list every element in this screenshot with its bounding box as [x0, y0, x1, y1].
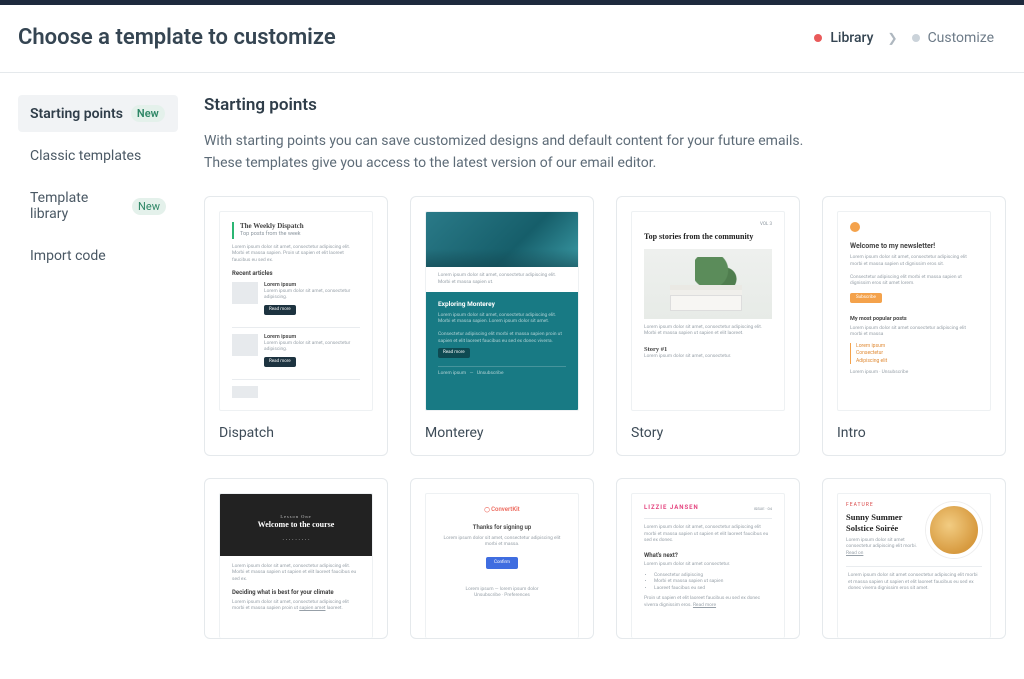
step-dot-icon: [912, 34, 920, 42]
wizard-steps: Library ❯ Customize: [814, 30, 994, 46]
sidebar-item-label: Template library: [30, 190, 124, 222]
step-library[interactable]: Library: [814, 30, 873, 46]
template-card-dispatch[interactable]: The Weekly Dispatch Top posts from the w…: [204, 196, 388, 456]
template-card-monterey[interactable]: Lorem ipsum dolor sit amet, consectetur …: [410, 196, 594, 456]
template-card-course[interactable]: Lesson One Welcome to the course · · · ·…: [204, 478, 388, 639]
sidebar-item-label: Import code: [30, 248, 106, 264]
sidebar-item-template-library[interactable]: Template library New: [18, 180, 178, 232]
main-content: Starting points With starting points you…: [204, 95, 1006, 639]
template-name: Dispatch: [219, 425, 373, 441]
template-card-intro[interactable]: Welcome to my newsletter! Lorem ipsum do…: [822, 196, 1006, 456]
croissant-image-icon: [926, 502, 982, 558]
sidebar-item-import-code[interactable]: Import code: [18, 238, 178, 274]
page-header: Choose a template to customize Library ❯…: [0, 5, 1024, 73]
sidebar-item-starting-points[interactable]: Starting points New: [18, 95, 178, 132]
template-thumbnail: Lorem ipsum dolor sit amet, consectetur …: [425, 211, 579, 411]
template-grid-row2: Lesson One Welcome to the course · · · ·…: [204, 478, 1006, 639]
page-title: Choose a template to customize: [18, 25, 336, 50]
template-card-soiree[interactable]: FEATURE Sunny Summer Solstice Soirée Lor…: [822, 478, 1006, 639]
step-customize[interactable]: Customize: [912, 30, 994, 46]
template-name: Monterey: [425, 425, 579, 441]
template-card-receipt[interactable]: ConvertKit Thanks for signing up Lorem i…: [410, 478, 594, 639]
section-title: Starting points: [204, 95, 1006, 115]
template-thumbnail: ConvertKit Thanks for signing up Lorem i…: [425, 493, 579, 638]
section-description: With starting points you can save custom…: [204, 131, 1006, 174]
sidebar-item-label: Classic templates: [30, 148, 141, 164]
template-thumbnail: FEATURE Sunny Summer Solstice Soirée Lor…: [837, 493, 991, 638]
sidebar: Starting points New Classic templates Te…: [18, 95, 178, 639]
template-card-story[interactable]: VOL 3 Top stories from the community Lor…: [616, 196, 800, 456]
template-thumbnail: LIZZIE JANSEN ISSUE · 04 Lorem ipsum dol…: [631, 493, 785, 638]
template-name: Story: [631, 425, 785, 441]
template-grid: The Weekly Dispatch Top posts from the w…: [204, 196, 1006, 456]
step-label: Library: [830, 30, 873, 46]
template-thumbnail: Welcome to my newsletter! Lorem ipsum do…: [837, 211, 991, 411]
template-thumbnail: The Weekly Dispatch Top posts from the w…: [219, 211, 373, 411]
sidebar-item-classic-templates[interactable]: Classic templates: [18, 138, 178, 174]
template-thumbnail: Lesson One Welcome to the course · · · ·…: [219, 493, 373, 638]
step-dot-icon: [814, 34, 822, 42]
new-badge: New: [131, 105, 165, 122]
sidebar-item-label: Starting points: [30, 106, 123, 122]
template-card-update[interactable]: LIZZIE JANSEN ISSUE · 04 Lorem ipsum dol…: [616, 478, 800, 639]
chevron-right-icon: ❯: [888, 31, 898, 45]
template-name: Intro: [837, 425, 991, 441]
new-badge: New: [132, 198, 166, 215]
template-thumbnail: VOL 3 Top stories from the community Lor…: [631, 211, 785, 411]
step-label: Customize: [928, 30, 994, 46]
